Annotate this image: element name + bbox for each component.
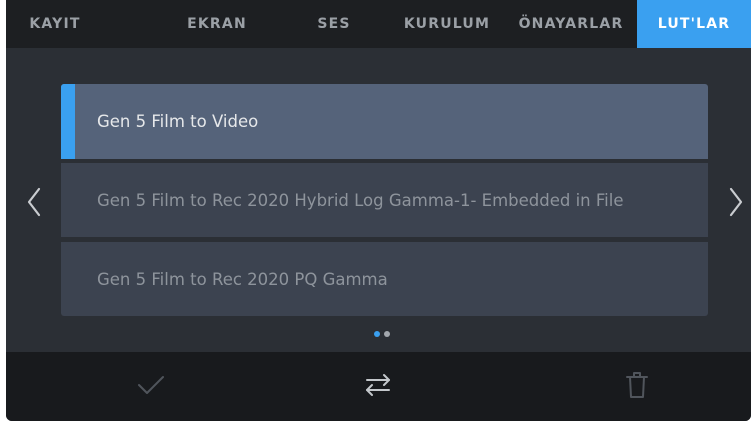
- swap-button[interactable]: [333, 352, 423, 421]
- checkmark-icon: [137, 374, 165, 400]
- tab-kurulum[interactable]: KURULUM: [393, 0, 501, 48]
- trash-icon: [626, 371, 648, 403]
- tab-kayit[interactable]: KAYIT: [6, 0, 104, 48]
- chevron-left-icon[interactable]: [20, 180, 48, 224]
- tab-luts[interactable]: LUT'LAR: [637, 0, 751, 48]
- tab-onayarlar[interactable]: ÖNAYARLAR: [509, 0, 633, 48]
- bottom-action-bar: [6, 352, 751, 421]
- tab-ekran[interactable]: EKRAN: [164, 0, 270, 48]
- lut-list: Gen 5 Film to Video Gen 5 Film to Rec 20…: [61, 84, 708, 317]
- tab-bar: KAYIT EKRAN SES KURULUM ÖNAYARLAR LUT'LA…: [6, 0, 751, 48]
- lut-item[interactable]: Gen 5 Film to Rec 2020 PQ Gamma: [61, 242, 708, 316]
- selection-indicator: [61, 84, 75, 159]
- page-dot-active: [374, 331, 380, 337]
- page-indicator: [374, 331, 390, 339]
- lut-item-label: Gen 5 Film to Video: [97, 112, 259, 131]
- delete-button[interactable]: [592, 352, 682, 421]
- lut-item[interactable]: Gen 5 Film to Rec 2020 Hybrid Log Gamma-…: [61, 163, 708, 237]
- tab-ses[interactable]: SES: [304, 0, 364, 48]
- apply-button[interactable]: [106, 352, 196, 421]
- lut-item-label: Gen 5 Film to Rec 2020 Hybrid Log Gamma-…: [97, 190, 624, 210]
- chevron-right-icon[interactable]: [722, 180, 750, 224]
- lut-item-selected[interactable]: Gen 5 Film to Video: [61, 84, 708, 159]
- lut-item-label: Gen 5 Film to Rec 2020 PQ Gamma: [97, 269, 388, 289]
- swap-arrows-icon: [365, 373, 391, 401]
- page-dot[interactable]: [384, 331, 390, 337]
- camera-screen: KAYIT EKRAN SES KURULUM ÖNAYARLAR LUT'LA…: [6, 0, 751, 421]
